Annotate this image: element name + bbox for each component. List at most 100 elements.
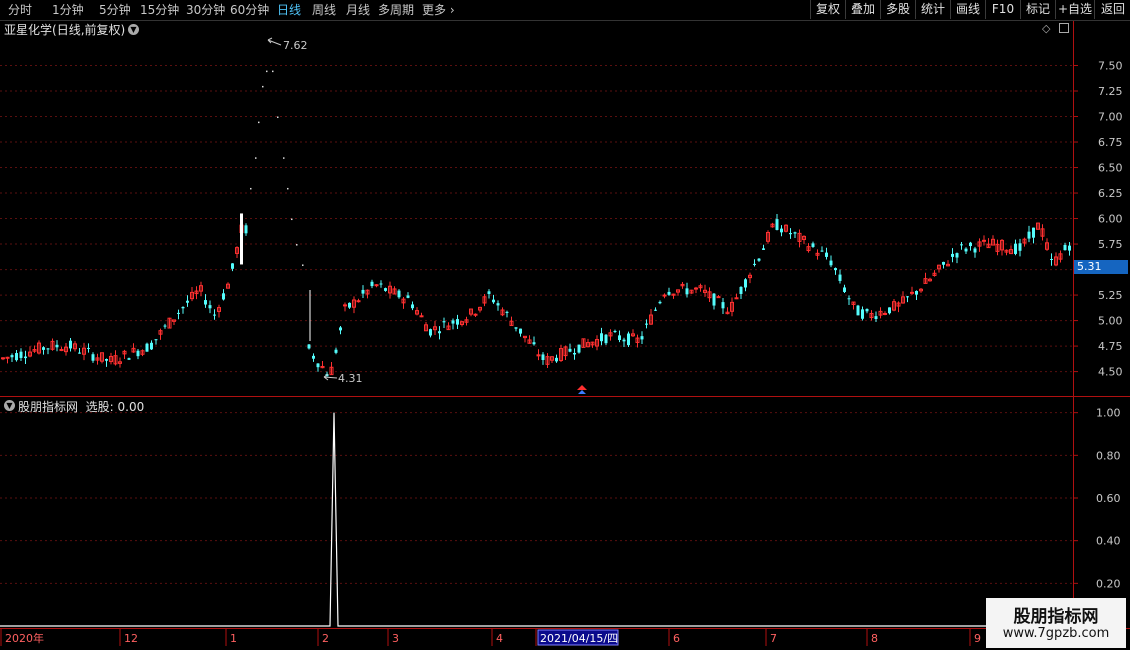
gap-dots bbox=[250, 70, 304, 266]
candle-body bbox=[411, 304, 414, 309]
candle-body bbox=[397, 290, 401, 298]
candle-body bbox=[888, 307, 891, 314]
gap-dot bbox=[287, 187, 289, 190]
candle-body bbox=[370, 281, 374, 287]
candle-body bbox=[15, 353, 18, 361]
candle-body bbox=[739, 286, 743, 294]
candle-body bbox=[627, 333, 630, 346]
candle-body bbox=[793, 232, 797, 234]
x-axis-label: 2021/04/15/四 bbox=[540, 632, 618, 645]
candle-body bbox=[856, 305, 860, 316]
right-axis-line bbox=[1073, 21, 1074, 628]
y-tick-label: 7.50 bbox=[1098, 60, 1123, 73]
pane-divider bbox=[0, 396, 1130, 397]
candle-body bbox=[613, 331, 617, 333]
candle-body bbox=[757, 258, 761, 261]
candle-body bbox=[87, 347, 90, 349]
candle-body bbox=[973, 248, 977, 253]
candle-body bbox=[541, 354, 545, 360]
gap-dot bbox=[255, 157, 257, 159]
candle-body bbox=[1027, 231, 1031, 239]
indicator-title[interactable]: 股朋指标网 选股: 0.00 bbox=[18, 398, 144, 415]
x-axis-label: 3 bbox=[392, 632, 399, 645]
indicator-y-axis-ticks: 1.00 0.80 0.60 0.40 0.20 bbox=[1073, 407, 1121, 590]
candle-body bbox=[231, 263, 234, 269]
candle-body bbox=[577, 344, 581, 353]
bottom-axis-line bbox=[0, 628, 1130, 629]
candle-body bbox=[208, 305, 212, 309]
candle-body bbox=[343, 304, 347, 307]
candle-body bbox=[127, 358, 131, 360]
candle-body bbox=[181, 306, 185, 309]
candle-body bbox=[487, 291, 491, 294]
candle-body bbox=[780, 228, 783, 233]
candle-body bbox=[456, 319, 459, 325]
candle-body bbox=[69, 340, 72, 349]
candle-body bbox=[883, 312, 887, 315]
low-price-label: 4.31 bbox=[338, 372, 363, 385]
candle-body bbox=[1068, 245, 1071, 251]
candle-body bbox=[694, 287, 698, 290]
y-tick-label: 7.00 bbox=[1098, 111, 1123, 124]
y-tick-label: 6.50 bbox=[1098, 162, 1123, 175]
x-axis-label: 7 bbox=[770, 632, 777, 645]
candle-body bbox=[982, 239, 986, 242]
candle-body bbox=[969, 242, 972, 247]
candle-body bbox=[473, 313, 478, 316]
candle-body bbox=[492, 299, 495, 303]
x-axis-label: 4 bbox=[496, 632, 503, 645]
x-axis-label: 8 bbox=[871, 632, 878, 645]
candle-body bbox=[829, 260, 833, 266]
candle-body bbox=[838, 274, 842, 281]
candle-body bbox=[451, 320, 455, 324]
candle-body bbox=[906, 296, 909, 298]
candle-body bbox=[339, 327, 342, 331]
candle-body bbox=[1050, 258, 1053, 260]
candle-body bbox=[505, 311, 509, 313]
high-price-label: 7.62 bbox=[283, 39, 308, 52]
main-grid bbox=[0, 65, 1073, 373]
gap-dot bbox=[302, 264, 304, 266]
indicator-output: 选股: 0.00 bbox=[85, 400, 145, 414]
y-tick-label: 5.75 bbox=[1098, 238, 1123, 251]
candle-body bbox=[312, 355, 315, 359]
candle-body bbox=[150, 342, 153, 350]
candle-body bbox=[820, 250, 824, 252]
y-tick-label: 6.75 bbox=[1098, 136, 1123, 149]
candle-body bbox=[406, 295, 410, 298]
x-axis-label: 9 bbox=[974, 632, 981, 645]
candle-body bbox=[861, 309, 864, 319]
candle-body bbox=[915, 290, 918, 295]
gap-dot bbox=[283, 157, 285, 159]
candle-body bbox=[654, 309, 657, 311]
candle-body bbox=[379, 283, 383, 285]
candle-body bbox=[658, 301, 662, 304]
candle-body bbox=[721, 302, 725, 309]
candle-body bbox=[519, 328, 522, 334]
candle-body bbox=[78, 352, 81, 354]
gap-dot bbox=[258, 121, 260, 124]
candle-body bbox=[910, 291, 914, 294]
x-axis-label: 1 bbox=[230, 632, 237, 645]
candle-body bbox=[46, 348, 50, 350]
candle-body bbox=[843, 287, 846, 292]
candle-body bbox=[604, 334, 608, 344]
candle-body bbox=[555, 357, 558, 362]
candle-body bbox=[496, 303, 500, 306]
candle-body bbox=[384, 288, 387, 291]
candle-body bbox=[716, 296, 721, 299]
gap-dot bbox=[291, 218, 293, 221]
gap-dot bbox=[250, 187, 252, 190]
main-y-axis-ticks: 7.507.257.006.756.506.256.005.755.505.25… bbox=[1073, 60, 1123, 379]
indicator-dropdown-icon[interactable]: ▼ bbox=[4, 400, 15, 411]
price-chart[interactable]: 7.507.257.006.756.506.256.005.755.505.25… bbox=[0, 0, 1130, 650]
y-tick-label: 5.25 bbox=[1098, 289, 1123, 302]
watermark-url: www.7gpzb.com bbox=[1002, 626, 1110, 641]
candle-body bbox=[712, 293, 716, 306]
signal-up-icon bbox=[577, 385, 587, 390]
indicator-line bbox=[0, 412, 1073, 627]
watermark: 股朋指标网 www.7gpzb.com bbox=[986, 598, 1126, 648]
candle-body bbox=[811, 243, 815, 247]
candle-body bbox=[734, 297, 739, 300]
candle-body bbox=[753, 263, 756, 265]
